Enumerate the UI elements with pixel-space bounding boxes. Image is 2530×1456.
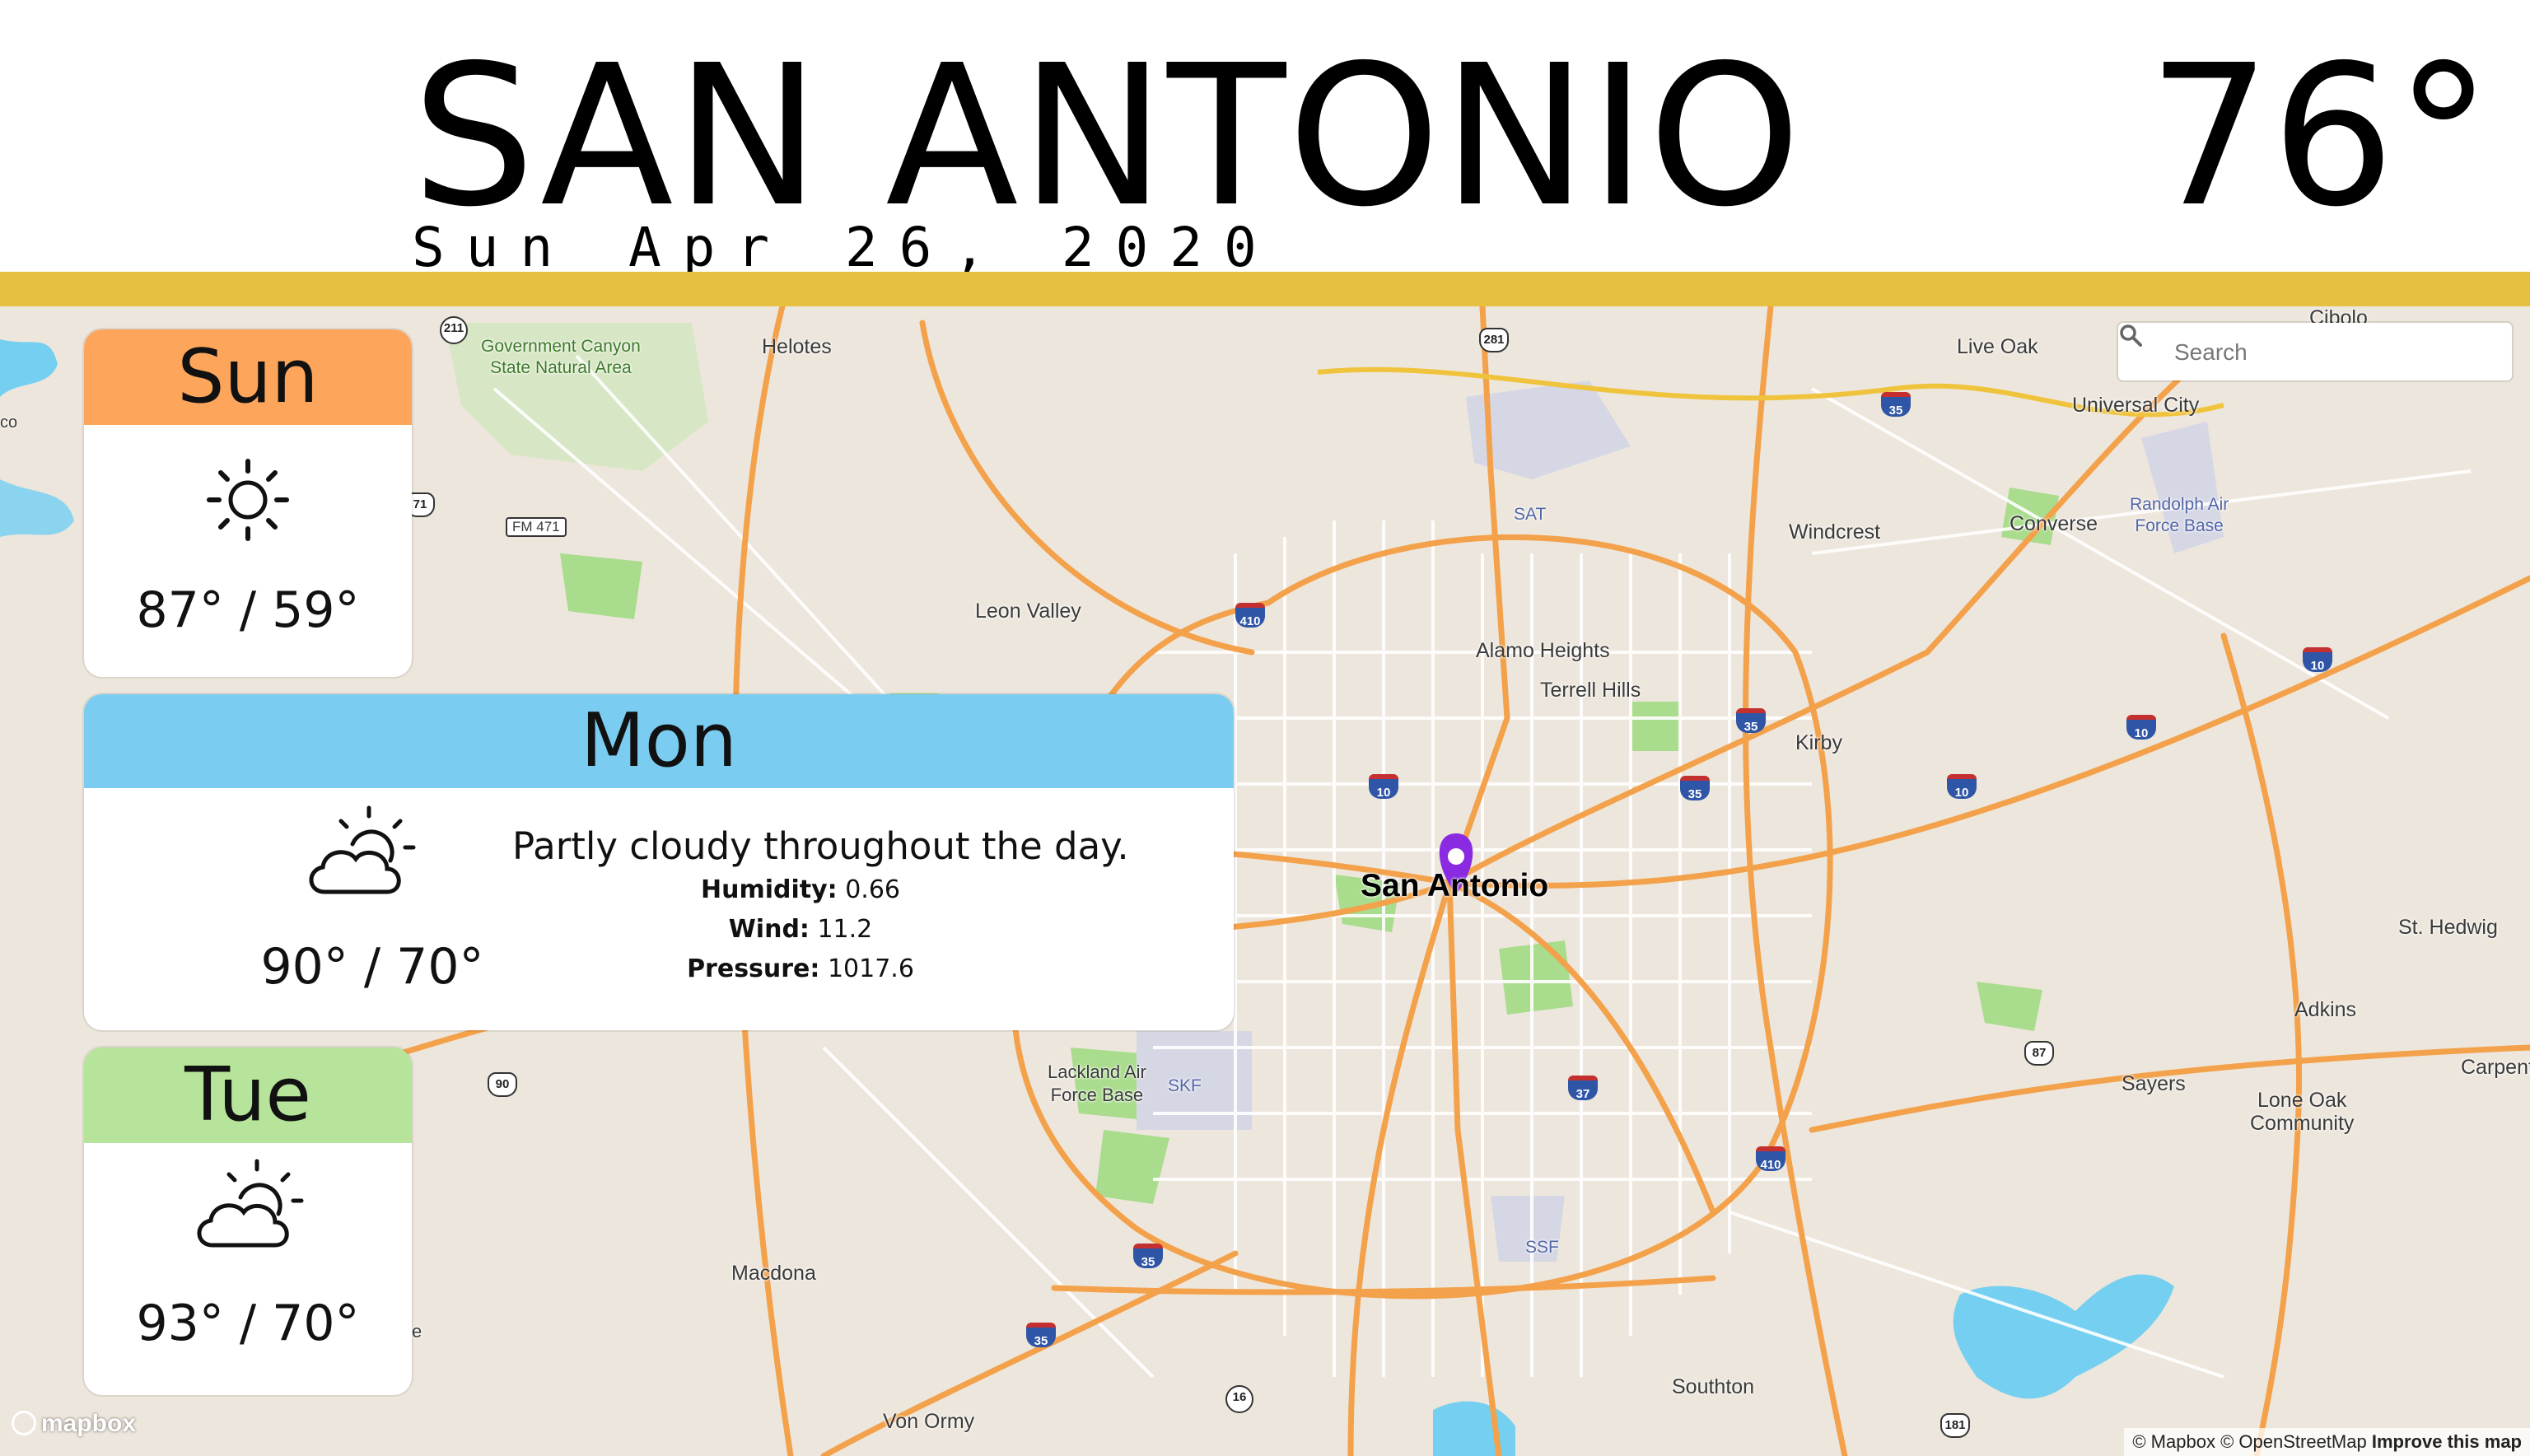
place-label: Lone Oak Community [2250,1089,2355,1135]
highway-shield: 35 [1133,1244,1163,1269]
attribution-mapbox-link[interactable]: © Mapbox [2132,1431,2215,1452]
park-label: Government Canyon State Natural Area [481,337,641,377]
map-search-box[interactable] [2118,323,2512,380]
forecast-humidity: Humidity: 0.66 [700,875,900,904]
place-label: co [0,413,18,432]
current-temperature: 76° [2147,23,2492,250]
mapbox-icon [12,1411,36,1435]
highway-shield: 10 [2303,647,2332,673]
place-label: St. Hedwig [2398,916,2498,939]
place-label: Randolph Air Force Base [2130,495,2229,535]
place-label: Converse [2010,512,2098,535]
map-attribution: © Mapbox © OpenStreetMap Improve this ma… [2124,1428,2530,1456]
highway-shield: 87 [2024,1041,2054,1066]
highway-shield: 211 [440,316,468,344]
airport-label: SKF [1168,1076,1202,1095]
place-label: Adkins [2294,998,2357,1021]
place-label: Macdona [731,1262,816,1285]
place-label: Windcrest [1789,520,1881,544]
place-label: Helotes [762,335,832,358]
improve-map-link[interactable]: Improve this map [2372,1431,2522,1452]
search-icon [2120,324,2142,347]
forecast-pressure: Pressure: 1017.6 [687,954,914,983]
place-label: Live Oak [1957,335,2038,358]
road-label: FM 471 [506,517,567,537]
place-label: Alamo Heights [1476,639,1610,662]
forecast-temps: 90° / 70° [260,938,484,996]
forecast-day: Mon [84,694,1234,788]
attribution-osm-link[interactable]: © OpenStreetMap [2220,1431,2367,1452]
map[interactable]: Helotes Live Oak Universal City Cibolo W… [0,306,2530,1456]
place-label: Von Ormy [883,1410,975,1433]
map-center-label: San Antonio [1361,868,1549,903]
highway-shield: 410 [1235,603,1265,628]
highway-shield: 35 [1736,708,1766,734]
forecast-temps: 87° / 59° [136,581,360,639]
highway-shield: 410 [1756,1146,1785,1172]
forecast-card-tue[interactable]: Tue 93° / 70° [84,1048,412,1395]
airport-label: SAT [1514,505,1547,524]
mapbox-logo[interactable]: mapbox [12,1410,136,1443]
forecast-day: Tue [84,1048,412,1143]
mapbox-wordmark: mapbox [41,1410,137,1437]
place-label: Universal City [2072,394,2200,417]
sunny-icon [207,459,289,541]
place-label: Sayers [2122,1072,2186,1095]
header: SAN ANTONIO Sun Apr 26, 2020 76° [0,0,2530,277]
city-title: SAN ANTONIO [412,23,1803,250]
highway-shield: 10 [2126,715,2156,740]
airport-label: SSF [1525,1238,1559,1257]
highway-shield: 181 [1940,1413,1970,1438]
highway-shield: 37 [1568,1076,1598,1101]
highway-shield: 35 [1026,1323,1056,1348]
highway-shield: 16 [1225,1385,1253,1413]
highway-shield: 281 [1479,328,1509,352]
place-label: Carpent [2461,1056,2530,1079]
place-label: Lackland Air Force Base [1048,1062,1146,1105]
forecast-card-sun[interactable]: Sun 87° / 59° [84,329,412,677]
highway-shield: 90 [488,1072,517,1097]
forecast-wind: Wind: 11.2 [728,915,873,944]
place-label: Leon Valley [975,600,1081,623]
highway-shield: 10 [1947,774,1977,800]
partly-cloudy-icon [309,805,416,894]
accent-band [0,272,2530,306]
highway-shield: 35 [1881,392,1911,418]
partly-cloudy-icon [197,1159,304,1248]
forecast-card-mon[interactable]: Mon 90° / 70° Partly cloudy throughout t… [84,694,1234,1030]
forecast-summary: Partly cloudy throughout the day. [512,824,1129,868]
place-label: Southton [1672,1375,1755,1398]
highway-shield: 10 [1369,774,1398,800]
search-input[interactable] [2173,333,2497,372]
place-label: Kirby [1795,731,1842,754]
place-label: Terrell Hills [1540,679,1641,702]
highway-shield: 35 [1680,776,1710,801]
forecast-temps: 93° / 70° [136,1295,360,1352]
date-label: Sun Apr 26, 2020 [412,216,1278,279]
forecast-day: Sun [84,329,412,425]
place-label: e [412,1321,422,1342]
